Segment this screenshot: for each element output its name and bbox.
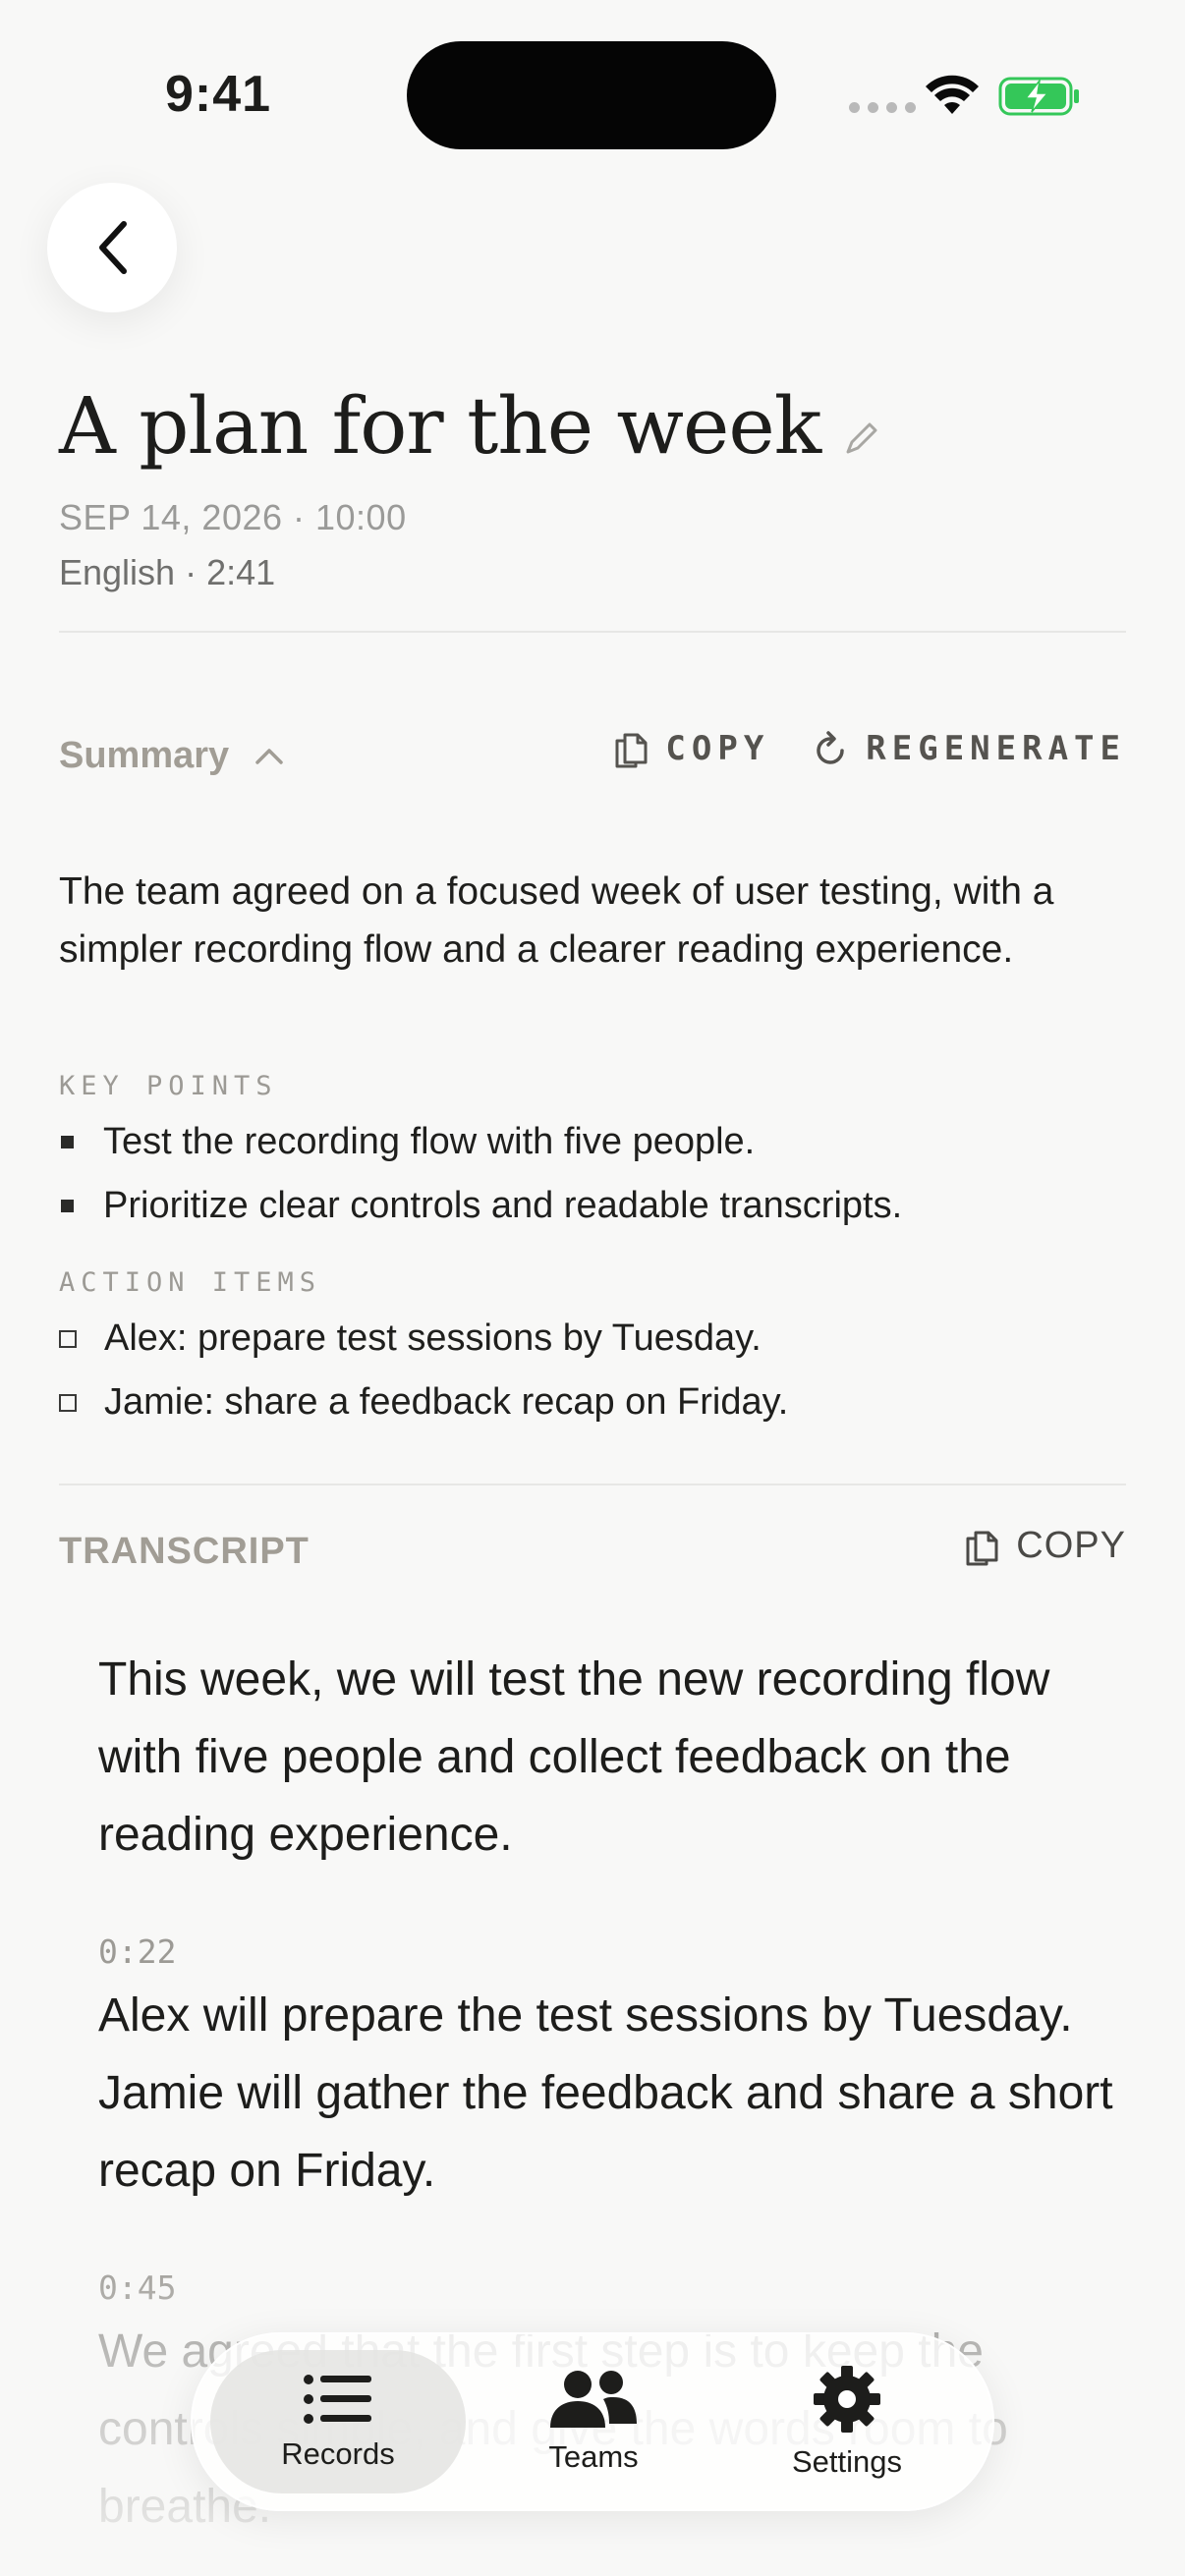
people-icon — [550, 2371, 637, 2428]
action-item-text: Jamie: share a feedback recap on Friday. — [104, 1381, 789, 1423]
key-point-text: Prioritize clear controls and readable t… — [103, 1185, 903, 1226]
checkbox-icon[interactable] — [59, 1393, 77, 1412]
tab-label: Records — [281, 2436, 395, 2471]
checkbox-icon[interactable] — [59, 1329, 77, 1348]
recording-date: SEP 14, 2026 · 10:00 — [59, 497, 407, 537]
language-duration: English · 2:41 — [59, 552, 276, 592]
action-item[interactable]: Alex: prepare test sessions by Tuesday. — [59, 1307, 1126, 1371]
battery-charging-icon — [998, 77, 1079, 116]
back-button[interactable] — [47, 183, 177, 312]
segment-timestamp[interactable]: 0:45 — [98, 2268, 1126, 2307]
summary-toggle[interactable]: Summary — [59, 735, 284, 777]
chevron-up-icon — [255, 748, 283, 764]
bullet-icon — [61, 1136, 74, 1148]
key-points-list: Test the recording flow with five people… — [59, 1110, 1126, 1238]
copy-icon — [966, 1531, 998, 1565]
list-icon — [304, 2375, 371, 2424]
key-points-label: KEY POINTS — [59, 1071, 278, 1101]
wifi-icon — [926, 75, 979, 114]
segment-timestamp[interactable]: 0:22 — [98, 1932, 1126, 1971]
transcript-copy-button[interactable]: COPY — [965, 1525, 1126, 1567]
tab-settings[interactable]: Settings — [719, 2350, 975, 2493]
bullet-icon — [61, 1200, 74, 1212]
transcript-segment: This week, we will test the new recordin… — [98, 1653, 1050, 1861]
action-item-text: Alex: prepare test sessions by Tuesday. — [104, 1317, 762, 1359]
gear-icon — [814, 2366, 880, 2433]
summary-actions: COPY REGENERATE — [614, 729, 1126, 768]
summary-label: Summary — [59, 735, 230, 776]
page-title: A plan for the week — [59, 380, 821, 472]
copy-icon — [615, 733, 648, 768]
tab-bar: Records Teams Settings — [191, 2332, 994, 2511]
summary-text: The team agreed on a focused week of use… — [59, 870, 1054, 971]
transcript-segment: Alex will prepare the test sessions by T… — [98, 1989, 1113, 2197]
regenerate-label: REGENERATE — [866, 729, 1126, 768]
status-time: 9:41 — [165, 66, 272, 123]
summary-copy-label: COPY — [665, 729, 770, 768]
refresh-icon — [817, 731, 845, 764]
chevron-left-icon — [99, 221, 127, 274]
summary-header: Summary COPY REGENERATE — [59, 729, 1126, 784]
transcript-copy-label: COPY — [1016, 1525, 1126, 1566]
divider — [59, 1484, 1126, 1485]
key-point-text: Test the recording flow with five people… — [103, 1121, 756, 1162]
transcript-header: TRANSCRIPT COPY — [59, 1525, 1126, 1580]
tab-label: Settings — [791, 2444, 902, 2479]
tab-teams[interactable]: Teams — [466, 2350, 721, 2493]
pencil-edit-icon[interactable] — [844, 420, 879, 456]
cellular-signal-icon — [849, 102, 916, 113]
dynamic-island — [407, 41, 776, 149]
title-row: A plan for the week — [59, 377, 879, 476]
summary-copy-button[interactable]: COPY — [614, 729, 769, 768]
key-point-item: Prioritize clear controls and readable t… — [59, 1174, 1126, 1238]
regenerate-button[interactable]: REGENERATE — [815, 729, 1126, 768]
tab-label: Teams — [548, 2439, 639, 2474]
action-item[interactable]: Jamie: share a feedback recap on Friday. — [59, 1371, 1126, 1434]
tab-records[interactable]: Records — [210, 2350, 466, 2493]
action-items-label: ACTION ITEMS — [59, 1267, 322, 1298]
divider — [59, 631, 1126, 633]
key-point-item: Test the recording flow with five people… — [59, 1110, 1126, 1174]
status-bar: 9:41 — [0, 0, 1185, 149]
action-items-list: Alex: prepare test sessions by Tuesday. … — [59, 1307, 1126, 1434]
transcript-label: TRANSCRIPT — [59, 1531, 310, 1572]
